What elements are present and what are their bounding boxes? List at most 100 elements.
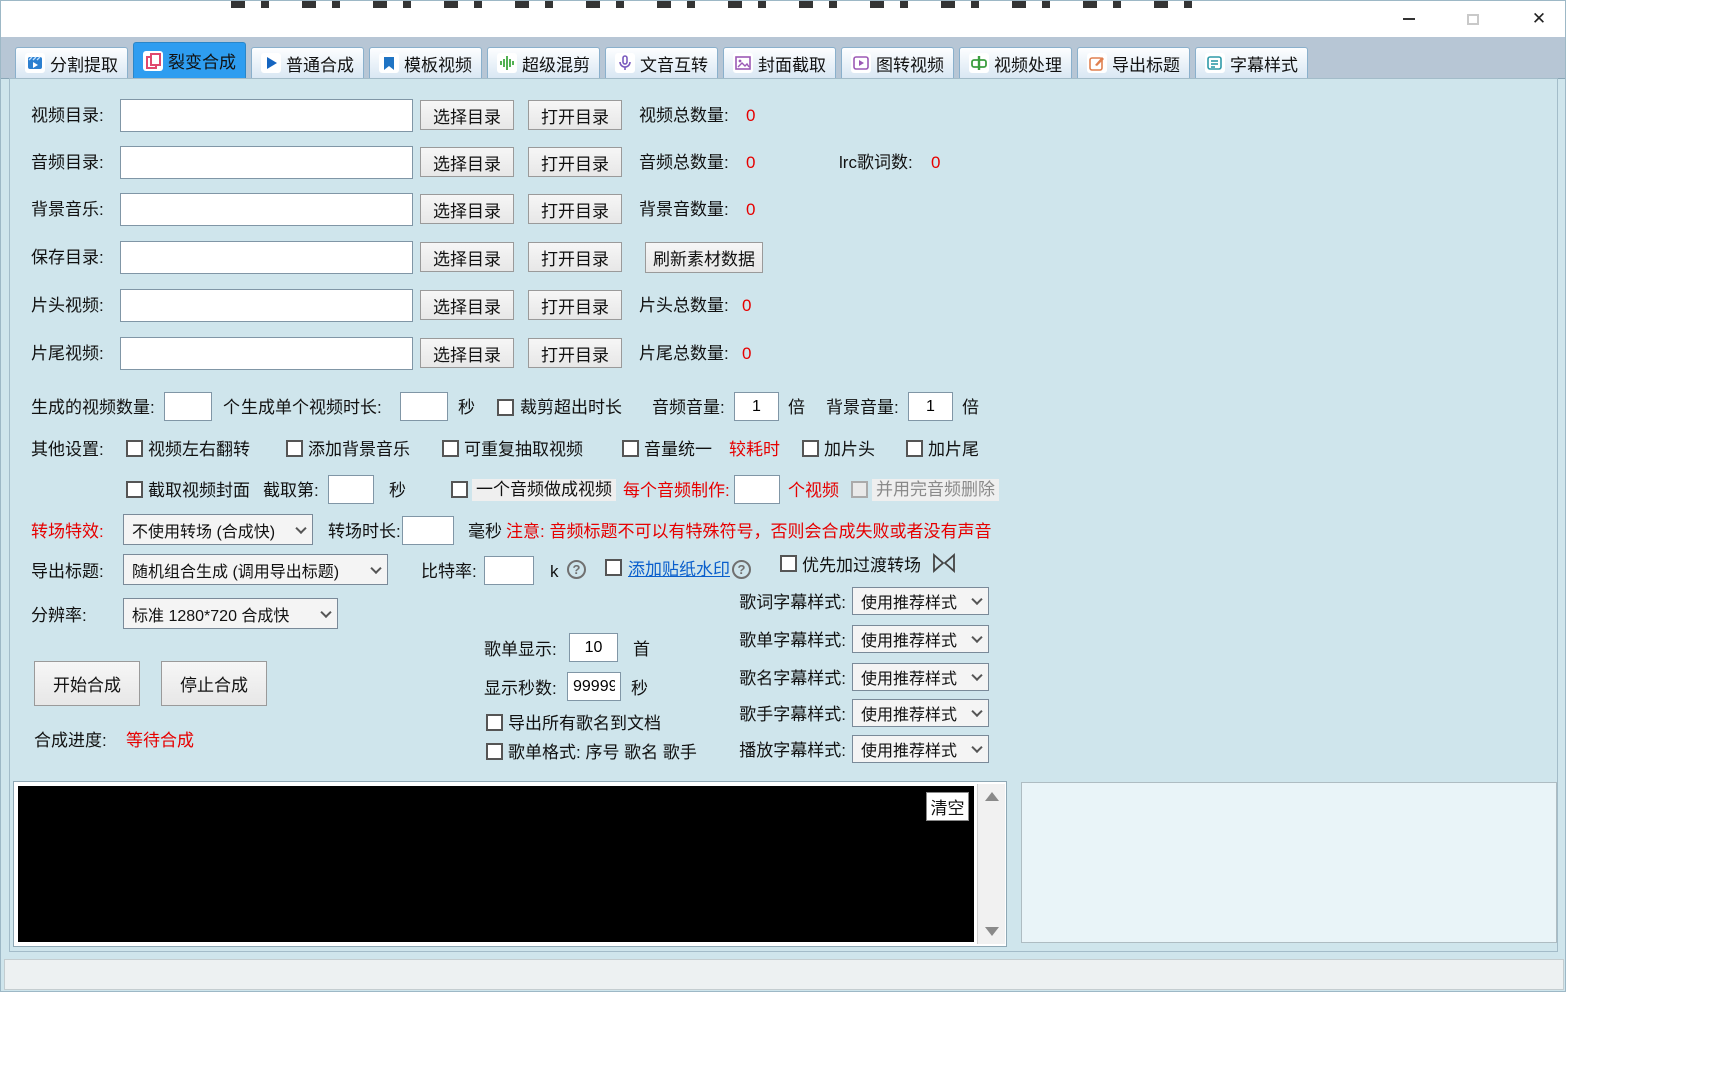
- capture-cover-checkbox[interactable]: [126, 481, 143, 498]
- playlist-show-input[interactable]: [569, 633, 618, 662]
- video-count-value: 0: [746, 106, 756, 125]
- gen-duration-input[interactable]: [400, 392, 448, 421]
- add-intro-checkbox[interactable]: [802, 440, 819, 457]
- unify-volume-checkbox[interactable]: [622, 440, 639, 457]
- priority-transition-checkbox[interactable]: [780, 555, 797, 572]
- lrc-count-value: 0: [931, 153, 941, 172]
- intro-dir-input[interactable]: [120, 289, 413, 322]
- transition-dropdown[interactable]: 不使用转场 (合成快): [123, 514, 313, 545]
- tab-normal-compose[interactable]: 普通合成: [251, 47, 364, 78]
- per-audio-unit: 个视频: [788, 481, 839, 500]
- sticker-watermark-link[interactable]: 添加贴纸水印: [628, 560, 730, 580]
- video-dir-select-button[interactable]: 选择目录: [420, 100, 514, 130]
- play-style-dropdown[interactable]: 使用推荐样式: [852, 735, 989, 763]
- display-seconds-unit: 秒: [631, 679, 648, 698]
- sticker-watermark-checkbox[interactable]: [605, 559, 622, 576]
- resolution-dropdown[interactable]: 标准 1280*720 合成快: [123, 598, 338, 629]
- close-button[interactable]: ✕: [1517, 5, 1561, 33]
- bg-volume-unit: 倍: [962, 398, 979, 417]
- tab-image-to-video[interactable]: 图转视频: [841, 47, 954, 78]
- per-audio-input[interactable]: [734, 475, 780, 504]
- tab-super-mix[interactable]: 超级混剪: [487, 47, 600, 78]
- app-window: ✕ 分割提取 裂变合成 普通合成 模板视频 超级混剪 文音互转 封面截取 图转视…: [0, 0, 1566, 992]
- tab-cover-capture[interactable]: 封面截取: [723, 47, 836, 78]
- transition-duration-input[interactable]: [402, 516, 454, 545]
- bgm-dir-open-button[interactable]: 打开目录: [528, 194, 622, 224]
- add-bgm-checkbox[interactable]: [286, 440, 303, 457]
- tab-text-audio-convert[interactable]: 文音互转: [605, 47, 718, 78]
- bitrate-input[interactable]: [484, 556, 534, 585]
- crop-overtime-checkbox[interactable]: [497, 399, 514, 416]
- minimize-button[interactable]: [1387, 5, 1431, 33]
- bgm-count-label: 背景音数量:: [639, 200, 729, 219]
- outro-dir-open-button[interactable]: 打开目录: [528, 338, 622, 368]
- export-title-dropdown[interactable]: 随机组合生成 (调用导出标题): [123, 554, 388, 585]
- log-scrollbar[interactable]: [977, 784, 1005, 944]
- audio-count-value: 0: [746, 153, 756, 172]
- add-outro-checkbox[interactable]: [906, 440, 923, 457]
- singer-style-label: 歌手字幕样式:: [739, 705, 846, 724]
- audio-dir-input[interactable]: [120, 146, 413, 179]
- audio-count-label: 音频总数量:: [639, 153, 729, 172]
- bg-volume-input[interactable]: [908, 392, 953, 421]
- tab-export-title[interactable]: 导出标题: [1077, 47, 1190, 78]
- transition-bowtie-icon: [931, 552, 957, 574]
- transition-duration-label: 转场时长:: [328, 522, 401, 541]
- save-dir-input[interactable]: [120, 241, 413, 274]
- unify-volume-label: 音量统一: [644, 440, 712, 459]
- one-audio-checkbox[interactable]: [451, 481, 468, 498]
- gen-duration-label: 生成单个视频时长:: [241, 398, 382, 417]
- bgm-dir-input[interactable]: [120, 193, 413, 226]
- display-seconds-input[interactable]: [567, 672, 621, 701]
- chevron-down-icon: [971, 741, 983, 754]
- playlist-format-checkbox[interactable]: [486, 743, 503, 760]
- repeat-extract-checkbox[interactable]: [442, 440, 459, 457]
- bgm-dir-select-button[interactable]: 选择目录: [420, 194, 514, 224]
- bitrate-help-icon[interactable]: ?: [567, 560, 586, 579]
- video-dir-open-button[interactable]: 打开目录: [528, 100, 622, 130]
- playlist-style-dropdown[interactable]: 使用推荐样式: [852, 625, 989, 653]
- gen-count-input[interactable]: [164, 392, 212, 421]
- capture-at-input[interactable]: [328, 475, 374, 504]
- singer-style-dropdown[interactable]: 使用推荐样式: [852, 699, 989, 727]
- video-dir-label: 视频目录:: [31, 106, 104, 125]
- one-audio-label: 一个音频做成视频: [472, 479, 616, 501]
- intro-dir-select-button[interactable]: 选择目录: [420, 290, 514, 320]
- log-output[interactable]: [18, 786, 974, 942]
- save-dir-select-button[interactable]: 选择目录: [420, 242, 514, 272]
- audio-dir-open-button[interactable]: 打开目录: [528, 147, 622, 177]
- songname-style-dropdown[interactable]: 使用推荐样式: [852, 663, 989, 691]
- sticker-help-icon[interactable]: ?: [732, 560, 751, 579]
- delete-used-audio-checkbox[interactable]: [851, 481, 868, 498]
- export-songnames-checkbox[interactable]: [486, 714, 503, 731]
- save-dir-open-button[interactable]: 打开目录: [528, 242, 622, 272]
- gen-duration-unit: 秒: [458, 398, 475, 417]
- clear-log-button[interactable]: 清空: [926, 792, 969, 821]
- tab-video-process[interactable]: 视频处理: [959, 47, 1072, 78]
- export-title-dropdown-value: 随机组合生成 (调用导出标题): [132, 563, 340, 581]
- video-dir-input[interactable]: [120, 99, 413, 132]
- intro-dir-open-button[interactable]: 打开目录: [528, 290, 622, 320]
- outro-dir-select-button[interactable]: 选择目录: [420, 338, 514, 368]
- start-compose-button[interactable]: 开始合成: [34, 661, 140, 706]
- maximize-button[interactable]: [1451, 5, 1495, 33]
- clipped-title-artifact: [231, 1, 1211, 8]
- flip-checkbox[interactable]: [126, 440, 143, 457]
- save-dir-label: 保存目录:: [31, 248, 104, 267]
- stop-compose-button[interactable]: 停止合成: [161, 661, 267, 706]
- tab-subtitle-style[interactable]: 字幕样式: [1195, 47, 1308, 78]
- tab-template-video[interactable]: 模板视频: [369, 47, 482, 78]
- outro-dir-input[interactable]: [120, 337, 413, 370]
- refresh-material-button[interactable]: 刷新素材数据: [645, 242, 763, 273]
- tab-label: 字幕样式: [1230, 55, 1298, 75]
- outro-dir-label: 片尾视频:: [31, 344, 104, 363]
- scroll-up-icon[interactable]: [985, 792, 999, 801]
- tab-fission-compose[interactable]: 裂变合成: [133, 42, 246, 78]
- tab-split-extract[interactable]: 分割提取: [15, 47, 128, 78]
- scroll-down-icon[interactable]: [985, 927, 999, 936]
- right-panel: [1021, 782, 1557, 943]
- audio-dir-select-button[interactable]: 选择目录: [420, 147, 514, 177]
- bgm-count-value: 0: [746, 200, 756, 219]
- audio-volume-input[interactable]: [734, 392, 779, 421]
- lyric-style-dropdown[interactable]: 使用推荐样式: [852, 587, 989, 615]
